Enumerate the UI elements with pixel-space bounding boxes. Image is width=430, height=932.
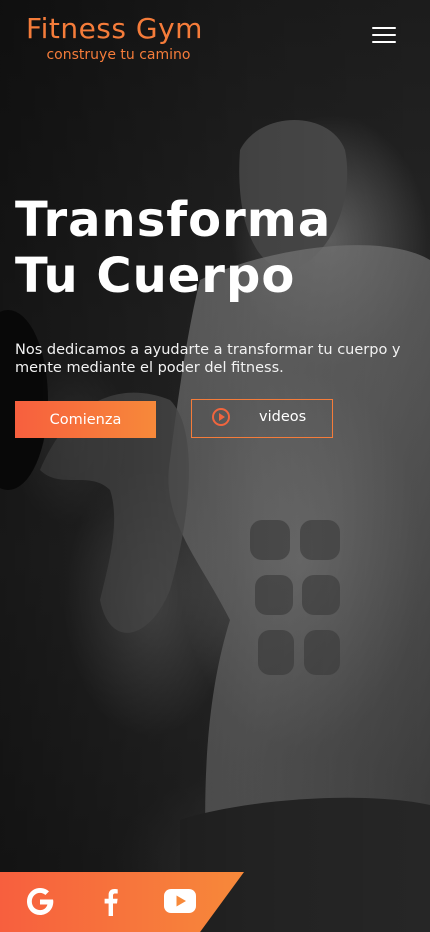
brand-title: Fitness Gym — [26, 12, 203, 45]
hero-title-line-1: Transforma — [15, 192, 332, 248]
google-icon[interactable] — [24, 885, 56, 917]
start-button[interactable]: Comienza — [15, 401, 156, 438]
hero-title: Transforma Tu Cuerpo — [15, 192, 331, 304]
videos-button-label: videos — [259, 409, 307, 425]
dark-overlay — [0, 0, 430, 932]
videos-button[interactable]: videos — [191, 399, 333, 438]
brand-logo[interactable]: Fitness Gym construye tu camino — [26, 12, 203, 64]
brand-tagline: construye tu camino — [46, 47, 191, 63]
hamburger-menu-icon[interactable] — [372, 25, 396, 45]
menu-bar — [372, 41, 396, 43]
hero-description: Nos dedicamos a ayudarte a transformar t… — [15, 342, 401, 376]
menu-bar — [372, 27, 396, 29]
play-circle-icon — [212, 408, 230, 426]
hero-title-line-2: Tu Cuerpo — [15, 248, 296, 304]
youtube-icon[interactable] — [164, 889, 196, 913]
menu-bar — [372, 34, 396, 36]
facebook-icon[interactable] — [100, 888, 120, 916]
